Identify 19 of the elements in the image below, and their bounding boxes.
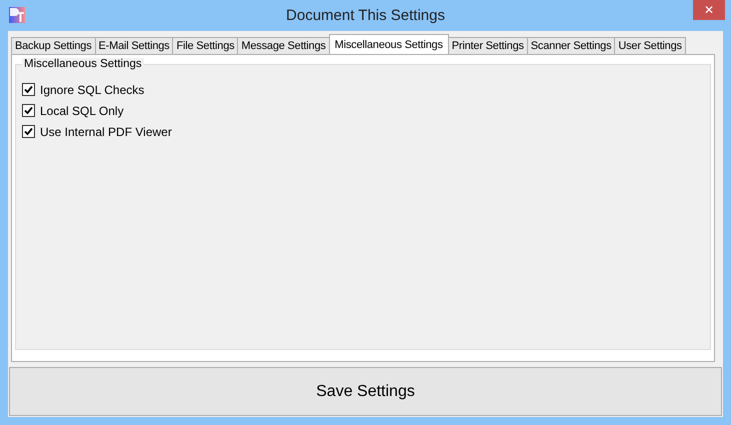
- close-button[interactable]: ✕: [693, 0, 725, 20]
- tab[interactable]: Scanner Settings: [526, 37, 616, 54]
- window-title: Document This Settings: [285, 7, 446, 24]
- tab[interactable]: Miscellaneous Settings: [328, 34, 449, 54]
- checkbox[interactable]: [22, 83, 35, 96]
- tab[interactable]: User Settings: [614, 37, 686, 54]
- tab[interactable]: Printer Settings: [448, 37, 528, 54]
- tab[interactable]: E-Mail Settings: [94, 37, 174, 54]
- group-title: Miscellaneous Settings: [22, 58, 144, 70]
- checkbox-label: Use Internal PDF Viewer: [40, 124, 172, 138]
- tab[interactable]: File Settings: [172, 37, 238, 54]
- app-logo-icon: [9, 7, 25, 23]
- checkbox-label: Local SQL Only: [40, 104, 124, 118]
- checkbox-label: Ignore SQL Checks: [40, 82, 144, 96]
- save-button[interactable]: Save Settings: [9, 367, 722, 416]
- tab[interactable]: Backup Settings: [11, 37, 96, 54]
- checkbox[interactable]: [22, 125, 35, 138]
- checkbox[interactable]: [22, 104, 35, 117]
- tab[interactable]: Message Settings: [237, 37, 330, 54]
